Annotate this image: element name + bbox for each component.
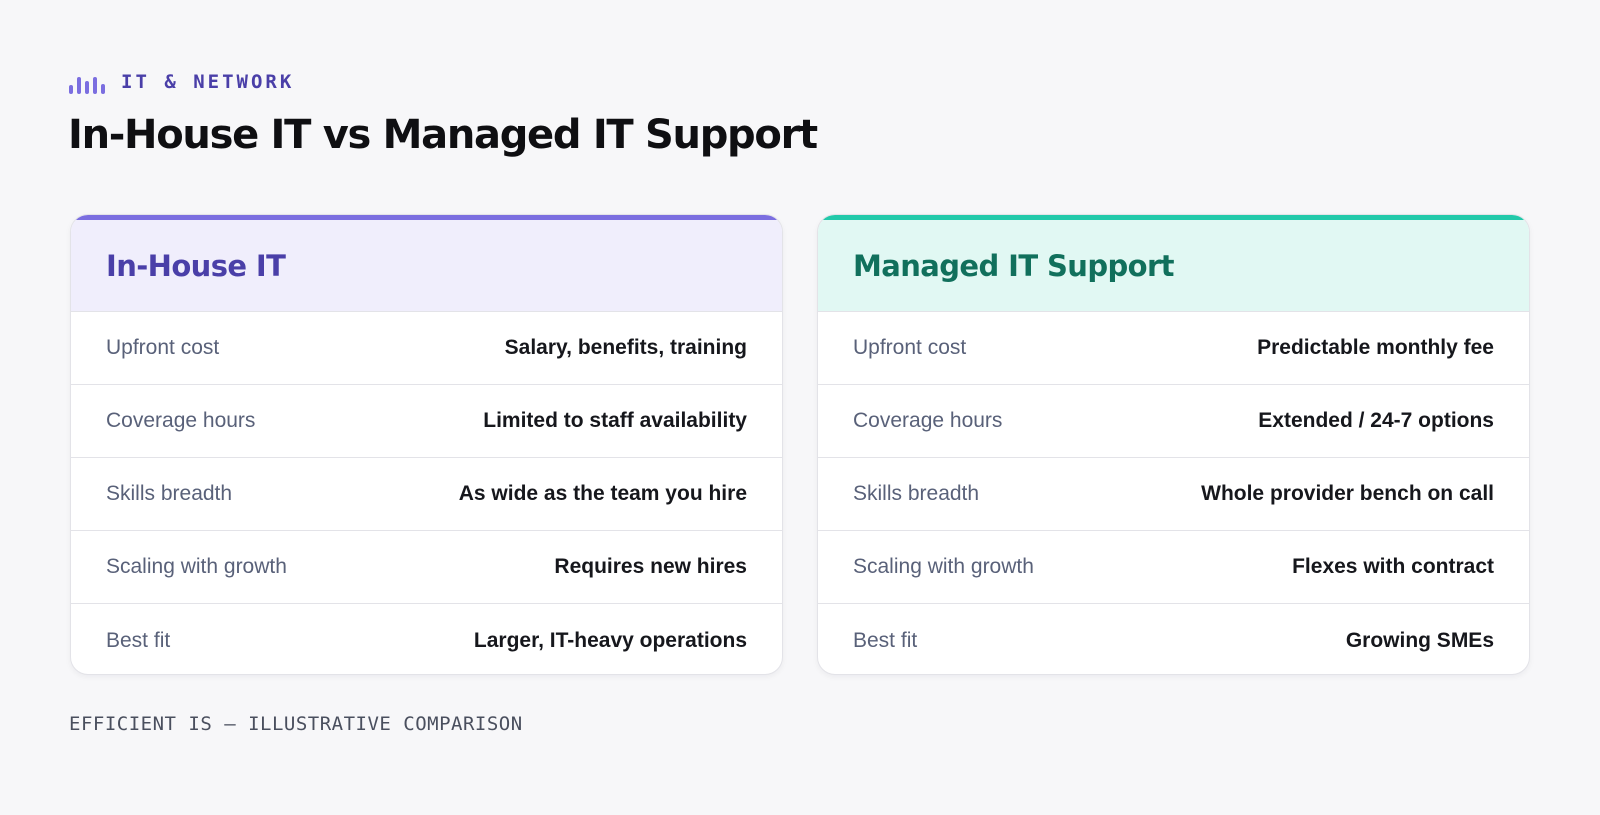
row-value: Requires new hires — [554, 555, 747, 578]
row-label: Skills breadth — [106, 482, 233, 505]
comparison-row: Upfront cost Salary, benefits, training — [71, 312, 782, 385]
card-accent-bar — [818, 215, 1529, 220]
page-title: In-House IT vs Managed IT Support — [68, 112, 818, 158]
comparison-row: Coverage hours Extended / 24-7 options — [818, 385, 1529, 458]
footer-caption: EFFICIENT IS — ILLUSTRATIVE COMPARISON — [69, 713, 523, 735]
row-value: Whole provider bench on call — [1201, 482, 1494, 505]
comparison-row: Best fit Larger, IT-heavy operations — [71, 604, 782, 674]
comparison-row: Best fit Growing SMEs — [818, 604, 1529, 674]
row-label: Scaling with growth — [853, 555, 1034, 578]
card-title: In-House IT — [106, 249, 286, 283]
comparison-row: Upfront cost Predictable monthly fee — [818, 312, 1529, 385]
row-label: Coverage hours — [106, 409, 256, 432]
row-value: Flexes with contract — [1292, 555, 1494, 578]
card-title: Managed IT Support — [853, 249, 1175, 283]
card-header: In-House IT — [71, 215, 782, 312]
row-value: Salary, benefits, training — [504, 336, 747, 359]
comparison-row: Skills breadth As wide as the team you h… — [71, 458, 782, 531]
card-accent-bar — [71, 215, 782, 220]
comparison-card-in-house: In-House IT Upfront cost Salary, benefit… — [70, 214, 783, 675]
comparison-row: Coverage hours Limited to staff availabi… — [71, 385, 782, 458]
row-label: Best fit — [853, 628, 918, 652]
eyebrow-label: IT & NETWORK — [121, 71, 295, 93]
row-label: Upfront cost — [106, 336, 220, 359]
row-label: Best fit — [106, 628, 171, 652]
row-label: Coverage hours — [853, 409, 1003, 432]
comparison-row: Scaling with growth Flexes with contract — [818, 531, 1529, 604]
row-label: Scaling with growth — [106, 555, 287, 578]
eyebrow: IT & NETWORK — [69, 70, 294, 94]
row-value: As wide as the team you hire — [458, 482, 747, 505]
row-value: Extended / 24-7 options — [1258, 409, 1494, 432]
comparison-card-managed: Managed IT Support Upfront cost Predicta… — [817, 214, 1530, 675]
signal-bars-icon — [69, 70, 105, 94]
comparison-row: Scaling with growth Requires new hires — [71, 531, 782, 604]
row-value: Growing SMEs — [1345, 628, 1494, 652]
card-header: Managed IT Support — [818, 215, 1529, 312]
row-value: Limited to staff availability — [483, 409, 747, 432]
comparison-row: Skills breadth Whole provider bench on c… — [818, 458, 1529, 531]
row-label: Skills breadth — [853, 482, 980, 505]
row-label: Upfront cost — [853, 336, 967, 359]
row-value: Predictable monthly fee — [1257, 336, 1494, 359]
row-value: Larger, IT-heavy operations — [473, 628, 747, 652]
